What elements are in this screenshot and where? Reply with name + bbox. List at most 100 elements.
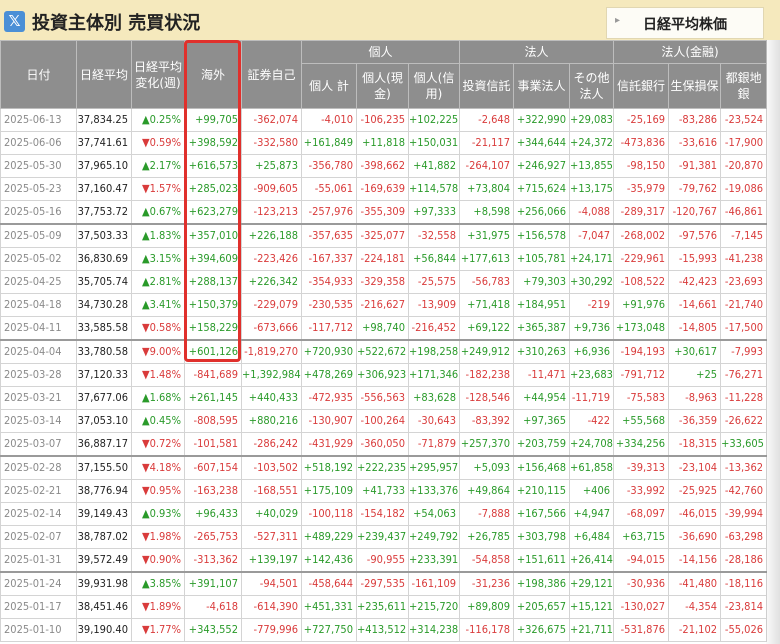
cell-value: -117,712 (301, 316, 357, 341)
cell-value: +25 (668, 363, 722, 387)
cell-value: -91,381 (668, 154, 722, 178)
cell-value: -4,354 (668, 595, 722, 619)
table-row: 2025-06-06 37,741.61 ▼0.59% +398,592 -332,58… (0, 131, 768, 155)
cell-value: -194,193 (613, 339, 670, 364)
cell-value: +41,733 (356, 479, 409, 503)
cell-value: -63,298 (720, 525, 768, 549)
cell-date: 2025-02-21 (0, 479, 77, 503)
cell-value: +24,171 (569, 247, 615, 271)
cell-value: -531,876 (613, 618, 670, 642)
cell-value: -28,186 (720, 548, 768, 573)
table-row: 2025-01-24 39,931.98 ▲3.85% +391,107 -94,501… (0, 571, 768, 596)
cell-value: -79,762 (668, 177, 722, 201)
cell-value: +257,370 (459, 432, 515, 457)
cell-change: ▼0.90% (131, 548, 185, 573)
table-row: 2025-01-10 39,190.40 ▼1.77% +343,552 -779,99… (0, 618, 768, 642)
cell-value: +226,342 (241, 270, 302, 294)
cell-change: ▲0.67% (131, 200, 185, 225)
cell-value: -7,145 (720, 223, 768, 248)
cell-value: -8,963 (668, 386, 722, 410)
header-city-bank: 都銀地銀 (720, 63, 768, 109)
cell-value: -223,426 (241, 247, 302, 271)
cell-value: +310,263 (513, 339, 571, 364)
cell-value: +114,578 (407, 177, 461, 201)
cell-value: +55,568 (613, 409, 670, 433)
cell-value: -42,760 (720, 479, 768, 503)
table-row: 2025-03-07 36,887.17 ▼0.72% -101,581 -286,24… (0, 432, 768, 457)
cell-change: ▲0.45% (131, 409, 185, 433)
cell-value: +97,365 (513, 409, 571, 433)
cell-date: 2025-02-07 (0, 525, 77, 549)
cell-value: +727,750 (301, 618, 357, 642)
cell-value: +715,624 (513, 177, 571, 201)
cell-value: +142,436 (301, 548, 357, 573)
table-body: 2025-06-13 37,834.25 ▲0.25% +99,705 -362,074… (0, 108, 768, 642)
header-individual-credit: 個人(信用) (407, 63, 461, 109)
cell-value: -161,109 (407, 571, 461, 596)
cell-value: +11,818 (356, 131, 409, 155)
cell-value: +89,809 (459, 595, 515, 619)
cell-nikkei: 38,451.46 (76, 595, 132, 619)
cell-value: -1,819,270 (241, 339, 302, 364)
cell-date: 2025-03-07 (0, 432, 77, 457)
cell-value: +239,437 (356, 525, 409, 549)
header-group-individual: 個人 (300, 40, 461, 64)
cell-value: -18,116 (720, 571, 768, 596)
cell-date: 2025-04-25 (0, 270, 77, 294)
cell-value: -55,061 (301, 177, 357, 201)
cell-nikkei: 36,887.17 (76, 432, 132, 457)
cell-value: -556,563 (356, 386, 409, 410)
cell-value: +71,418 (459, 293, 515, 317)
cell-value: +79,303 (513, 270, 571, 294)
cell-value: -30,643 (407, 409, 461, 433)
cell-value: +139,197 (241, 548, 302, 573)
cell-value: +489,229 (301, 525, 357, 549)
cell-value: -289,317 (613, 200, 670, 225)
cell-value: -13,909 (407, 293, 461, 317)
cell-value: -17,900 (720, 131, 768, 155)
cell-value: +30,617 (668, 339, 722, 364)
cell-value: -422 (569, 409, 615, 433)
cell-value: +518,192 (301, 455, 357, 480)
cell-value: -46,015 (668, 502, 722, 526)
cell-value: +15,121 (569, 595, 615, 619)
cell-date: 2025-06-06 (0, 131, 77, 155)
cell-value: +99,705 (184, 108, 242, 132)
cell-value: -100,264 (356, 409, 409, 433)
cell-change: ▼0.58% (131, 316, 185, 341)
cell-value: -18,315 (668, 432, 722, 457)
cell-change: ▼0.59% (131, 131, 185, 155)
cell-value: -21,740 (720, 293, 768, 317)
cell-date: 2025-03-14 (0, 409, 77, 433)
cell-change: ▲2.81% (131, 270, 185, 294)
cell-value: +6,484 (569, 525, 615, 549)
cell-value: +102,225 (407, 108, 461, 132)
cell-value: +440,433 (241, 386, 302, 410)
cell-value: +8,598 (459, 200, 515, 225)
cell-value: -325,077 (356, 223, 409, 248)
table-row: 2025-02-28 37,155.50 ▼4.18% -607,154 -103,50… (0, 455, 768, 480)
cell-value: -14,661 (668, 293, 722, 317)
x-icon[interactable]: 𝕏 (4, 11, 25, 32)
cell-value: -168,551 (241, 479, 302, 503)
cell-value: +33,605 (720, 432, 768, 457)
cell-value: -2,648 (459, 108, 515, 132)
cell-value: -83,392 (459, 409, 515, 433)
cell-value: -75,583 (613, 386, 670, 410)
cell-value: -13,362 (720, 455, 768, 480)
cell-date: 2025-04-18 (0, 293, 77, 317)
cell-change: ▲0.93% (131, 502, 185, 526)
cell-value: +249,792 (407, 525, 461, 549)
cell-value: +478,269 (301, 363, 357, 387)
cell-value: +105,781 (513, 247, 571, 271)
cell-value: -41,238 (720, 247, 768, 271)
cell-value: +249,912 (459, 339, 515, 364)
cell-value: -36,690 (668, 525, 722, 549)
cell-change: ▲2.17% (131, 154, 185, 178)
cell-value: -76,271 (720, 363, 768, 387)
cell-nikkei: 39,190.40 (76, 618, 132, 642)
cell-change: ▼4.18% (131, 455, 185, 480)
cell-value: -21,117 (459, 131, 515, 155)
cell-value: +720,930 (301, 339, 357, 364)
nikkei-average-button[interactable]: ▸ 日経平均株価 (606, 7, 764, 39)
